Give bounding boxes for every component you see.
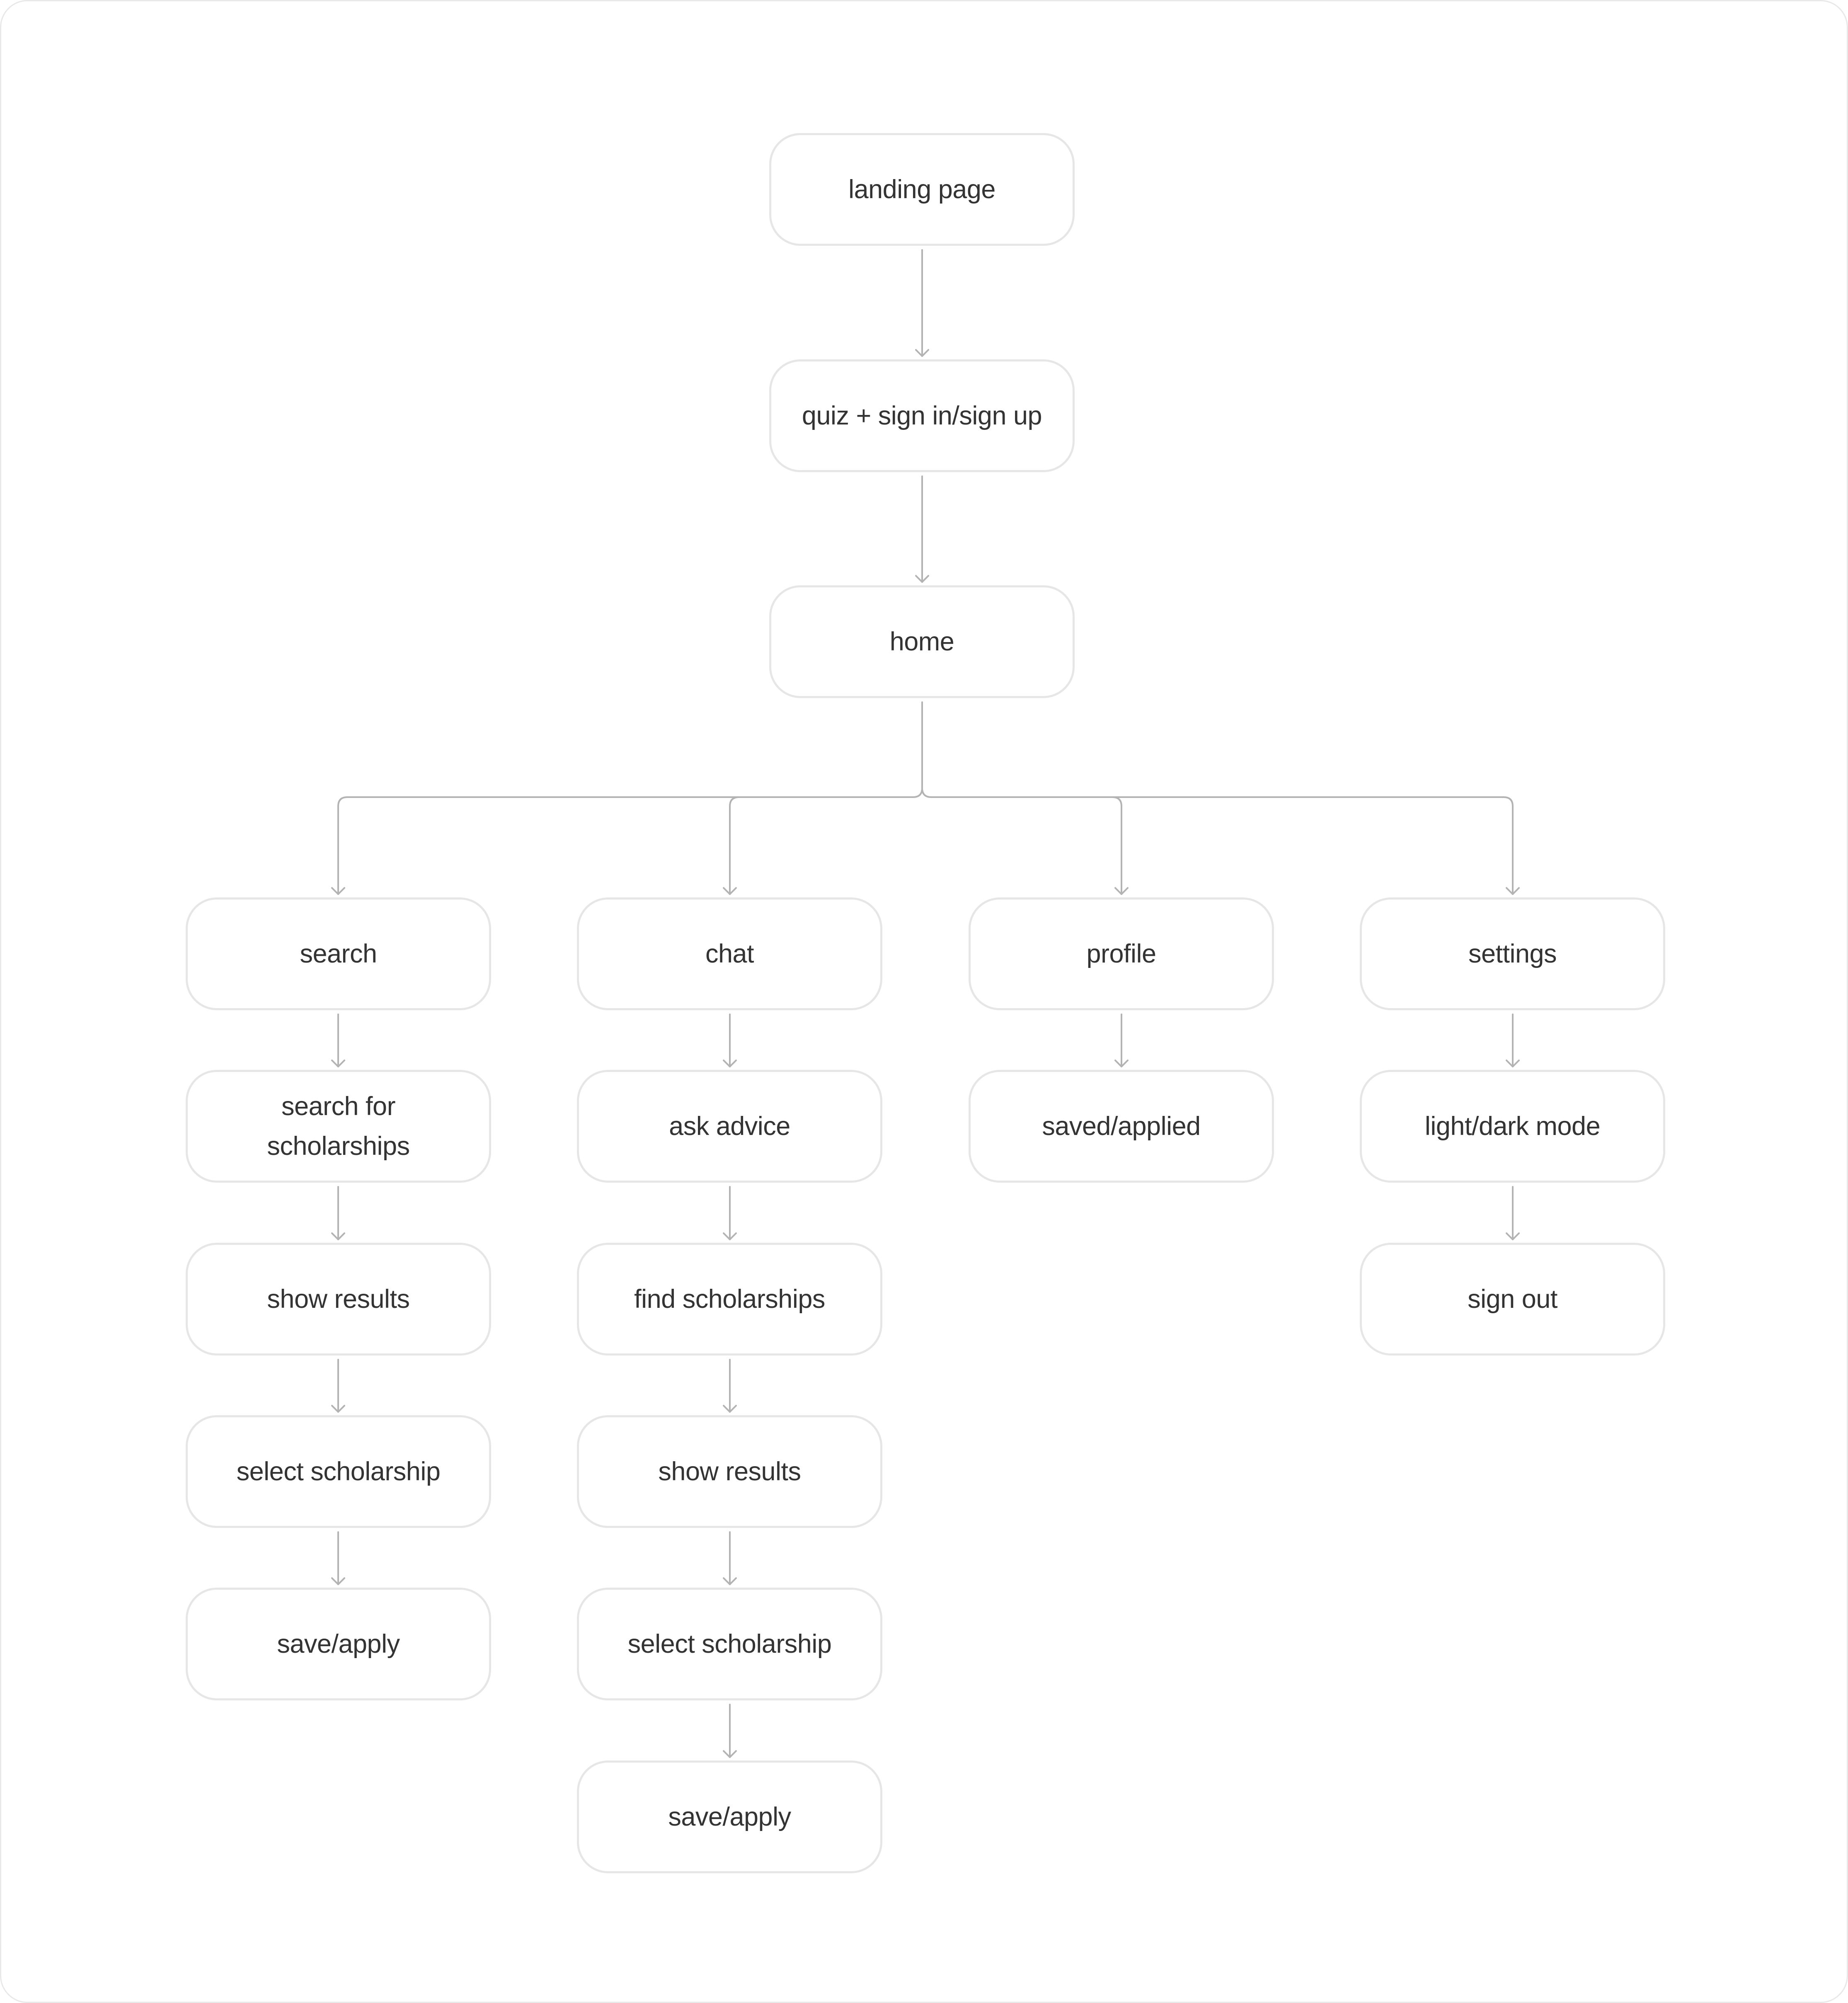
connector-main-1-arrowhead-icon bbox=[915, 575, 929, 583]
node-settings[interactable]: settings bbox=[1360, 897, 1665, 1010]
connector-chat-2-arrowhead-icon bbox=[723, 1405, 737, 1413]
flowchart-canvas: landing page quiz + sign in/sign up home… bbox=[0, 0, 1848, 2003]
node-label: sign out bbox=[1468, 1285, 1557, 1314]
node-label: select scholarship bbox=[236, 1457, 441, 1486]
node-label: search bbox=[300, 939, 377, 968]
node-label: select scholarship bbox=[627, 1630, 832, 1659]
node-label: quiz + sign in/sign up bbox=[802, 401, 1042, 430]
node-landing-page[interactable]: landing page bbox=[769, 133, 1075, 246]
node-chat-select-scholarship[interactable]: select scholarship bbox=[577, 1588, 882, 1700]
connector-branch-1-arrowhead-icon bbox=[723, 887, 737, 895]
node-search-save-apply[interactable]: save/apply bbox=[186, 1588, 491, 1700]
node-home[interactable]: home bbox=[769, 585, 1075, 698]
node-label: chat bbox=[705, 939, 754, 968]
node-light-dark-mode[interactable]: light/dark mode bbox=[1360, 1070, 1665, 1183]
node-label: show results bbox=[658, 1457, 801, 1486]
node-chat-show-results[interactable]: show results bbox=[577, 1415, 882, 1528]
connector-settings-0-arrowhead-icon bbox=[1506, 1060, 1520, 1067]
node-ask-advice[interactable]: ask advice bbox=[577, 1070, 882, 1183]
node-search-for-scholarships[interactable]: search for scholarships bbox=[186, 1070, 491, 1183]
node-profile[interactable]: profile bbox=[969, 897, 1274, 1010]
connector-branch-0 bbox=[337, 796, 348, 895]
node-label: light/dark mode bbox=[1424, 1112, 1601, 1141]
node-search-select-scholarship[interactable]: select scholarship bbox=[186, 1415, 491, 1528]
node-label: ask advice bbox=[669, 1112, 790, 1141]
connector-profile-0-arrowhead-icon bbox=[1114, 1060, 1129, 1067]
node-search[interactable]: search bbox=[186, 897, 491, 1010]
node-label: saved/applied bbox=[1042, 1112, 1201, 1141]
connector-branch-3 bbox=[1503, 796, 1514, 895]
connector-settings-1-arrowhead-icon bbox=[1506, 1232, 1520, 1240]
node-label: home bbox=[889, 627, 954, 656]
connector-search-3-arrowhead-icon bbox=[331, 1577, 345, 1585]
connector-bus-right bbox=[921, 787, 1504, 798]
node-label: find scholarships bbox=[634, 1285, 825, 1314]
node-label: settings bbox=[1468, 939, 1557, 968]
node-label: save/apply bbox=[668, 1802, 791, 1831]
connector-branch-2-arrowhead-icon bbox=[1114, 887, 1129, 895]
node-chat-save-apply[interactable]: save/apply bbox=[577, 1761, 882, 1873]
connector-search-1-arrowhead-icon bbox=[331, 1232, 345, 1240]
connector-branch-1 bbox=[729, 796, 740, 895]
connector-branch-2 bbox=[1112, 796, 1122, 895]
node-search-show-results[interactable]: show results bbox=[186, 1243, 491, 1356]
node-label: save/apply bbox=[277, 1630, 400, 1659]
connector-chat-3-arrowhead-icon bbox=[723, 1577, 737, 1585]
connector-chat-0-arrowhead-icon bbox=[723, 1060, 737, 1067]
node-label: profile bbox=[1086, 939, 1156, 968]
connector-bus-left bbox=[346, 787, 923, 798]
connector-chat-1-arrowhead-icon bbox=[723, 1232, 737, 1240]
node-chat[interactable]: chat bbox=[577, 897, 882, 1010]
node-saved-applied[interactable]: saved/applied bbox=[969, 1070, 1274, 1183]
node-sign-out[interactable]: sign out bbox=[1360, 1243, 1665, 1356]
connector-branch-0-arrowhead-icon bbox=[331, 887, 345, 895]
connector-branch-3-arrowhead-icon bbox=[1506, 887, 1520, 895]
node-label: search for scholarships bbox=[267, 1092, 410, 1161]
node-find-scholarships[interactable]: find scholarships bbox=[577, 1243, 882, 1356]
connector-chat-4-arrowhead-icon bbox=[723, 1750, 737, 1758]
connector-search-0-arrowhead-icon bbox=[331, 1060, 345, 1067]
connector-main-0-arrowhead-icon bbox=[915, 349, 929, 357]
node-label: landing page bbox=[848, 175, 995, 204]
node-label: show results bbox=[267, 1285, 410, 1314]
connector-search-2-arrowhead-icon bbox=[331, 1405, 345, 1413]
node-quiz-sign-in[interactable]: quiz + sign in/sign up bbox=[769, 359, 1075, 472]
